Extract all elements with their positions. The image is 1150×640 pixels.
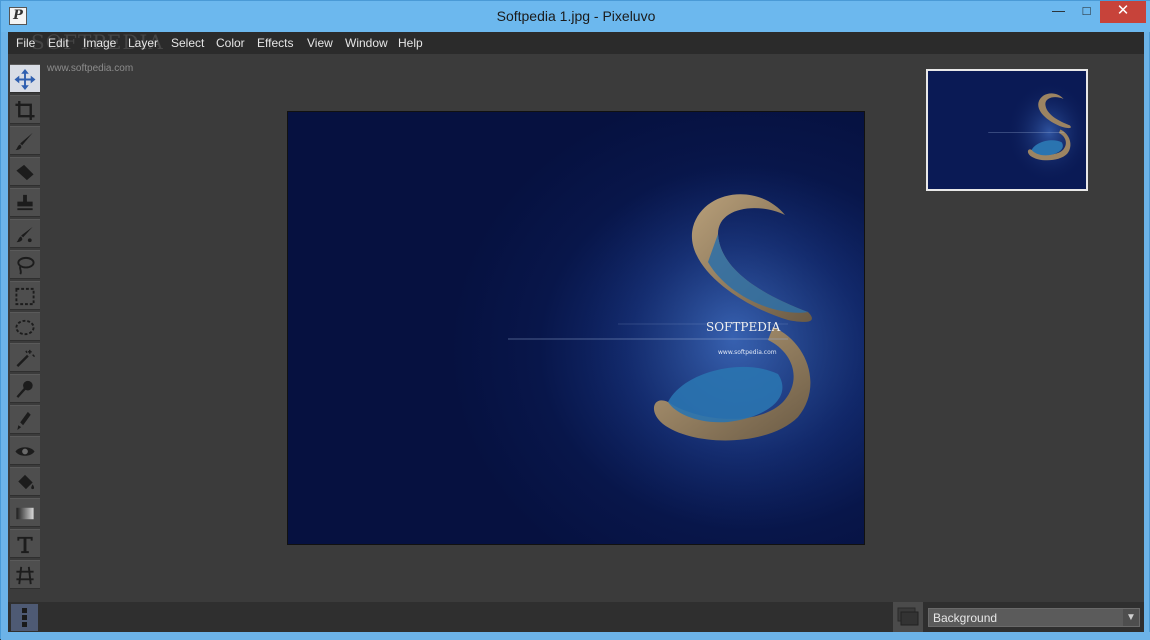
ellipse-select-icon — [15, 319, 35, 336]
dodge-icon — [16, 380, 33, 398]
menu-effects[interactable]: Effects — [257, 36, 293, 50]
image-canvas[interactable]: SOFTPEDIA www.softpedia.com — [287, 111, 865, 545]
heal-brush-icon — [16, 226, 33, 243]
minimize-button[interactable]: — — [1044, 1, 1073, 23]
menu-window[interactable]: Window — [345, 36, 388, 50]
maximize-button[interactable]: □ — [1073, 1, 1100, 23]
magic-wand-icon — [16, 349, 36, 367]
perspective-tool[interactable] — [10, 560, 40, 589]
island-image: SOFTPEDIA www.softpedia.com — [508, 147, 864, 527]
eraser-tool[interactable] — [10, 157, 40, 186]
menu-view[interactable]: View — [307, 36, 333, 50]
canvas-url-text: www.softpedia.com — [718, 349, 777, 356]
text-tool[interactable] — [10, 529, 40, 558]
menu-bar: File Edit Image Layer Select Color Effec… — [8, 32, 1144, 54]
grip-icon — [22, 608, 27, 627]
canvas-brand-text: SOFTPEDIA — [706, 320, 781, 334]
red-eye-tool[interactable] — [10, 436, 40, 465]
magic-wand-tool[interactable] — [10, 343, 40, 372]
menu-select[interactable]: Select — [171, 36, 204, 50]
smudge-tool[interactable] — [10, 405, 40, 434]
stamp-icon — [17, 194, 33, 211]
smudge-icon — [17, 411, 31, 431]
menu-color[interactable]: Color — [216, 36, 245, 50]
softpedia-url-watermark: www.softpedia.com — [47, 63, 134, 74]
text-icon — [17, 536, 33, 554]
rect-select-icon — [15, 287, 35, 306]
move-icon — [14, 69, 36, 90]
title-bar[interactable]: P Softpedia 1.jpg - Pixeluvo — □ ✕ — [1, 1, 1150, 32]
lasso-icon — [17, 256, 35, 275]
gradient-tool[interactable] — [10, 498, 40, 527]
menu-help[interactable]: Help — [398, 36, 423, 50]
brush-tool[interactable] — [10, 126, 40, 155]
clone-stamp-tool[interactable] — [10, 188, 40, 217]
softpedia-watermark: SOFTPEDIA — [31, 30, 164, 54]
layers-icon — [897, 607, 919, 626]
eye-icon — [15, 447, 35, 456]
lasso-tool[interactable] — [10, 250, 40, 279]
chevron-down-icon: ▼ — [1123, 609, 1139, 626]
ellipse-select-tool[interactable] — [10, 312, 40, 341]
layer-dropdown-value: Background — [933, 611, 998, 625]
eraser-icon — [16, 164, 34, 181]
move-tool[interactable] — [10, 64, 40, 93]
layers-panel-toggle-button[interactable] — [11, 604, 38, 631]
perspective-icon — [16, 566, 34, 585]
bucket-icon — [18, 474, 35, 490]
close-button[interactable]: ✕ — [1100, 1, 1146, 23]
fill-tool[interactable] — [10, 467, 40, 496]
crop-icon — [15, 100, 35, 121]
crop-tool[interactable] — [10, 95, 40, 124]
dodge-tool[interactable] — [10, 374, 40, 403]
thumbnail-image — [928, 71, 1086, 189]
layer-dropdown[interactable]: Background ▼ — [928, 608, 1140, 627]
layers-icon-button[interactable] — [893, 602, 923, 632]
app-window: P Softpedia 1.jpg - Pixeluvo — □ ✕ File … — [0, 0, 1150, 640]
tool-palette — [8, 54, 40, 602]
brush-icon — [15, 132, 33, 151]
healing-tool[interactable] — [10, 219, 40, 248]
gradient-icon — [16, 507, 34, 520]
navigator-thumbnail[interactable] — [926, 69, 1088, 191]
window-title: Softpedia 1.jpg - Pixeluvo — [496, 8, 656, 24]
rect-select-tool[interactable] — [10, 281, 40, 310]
